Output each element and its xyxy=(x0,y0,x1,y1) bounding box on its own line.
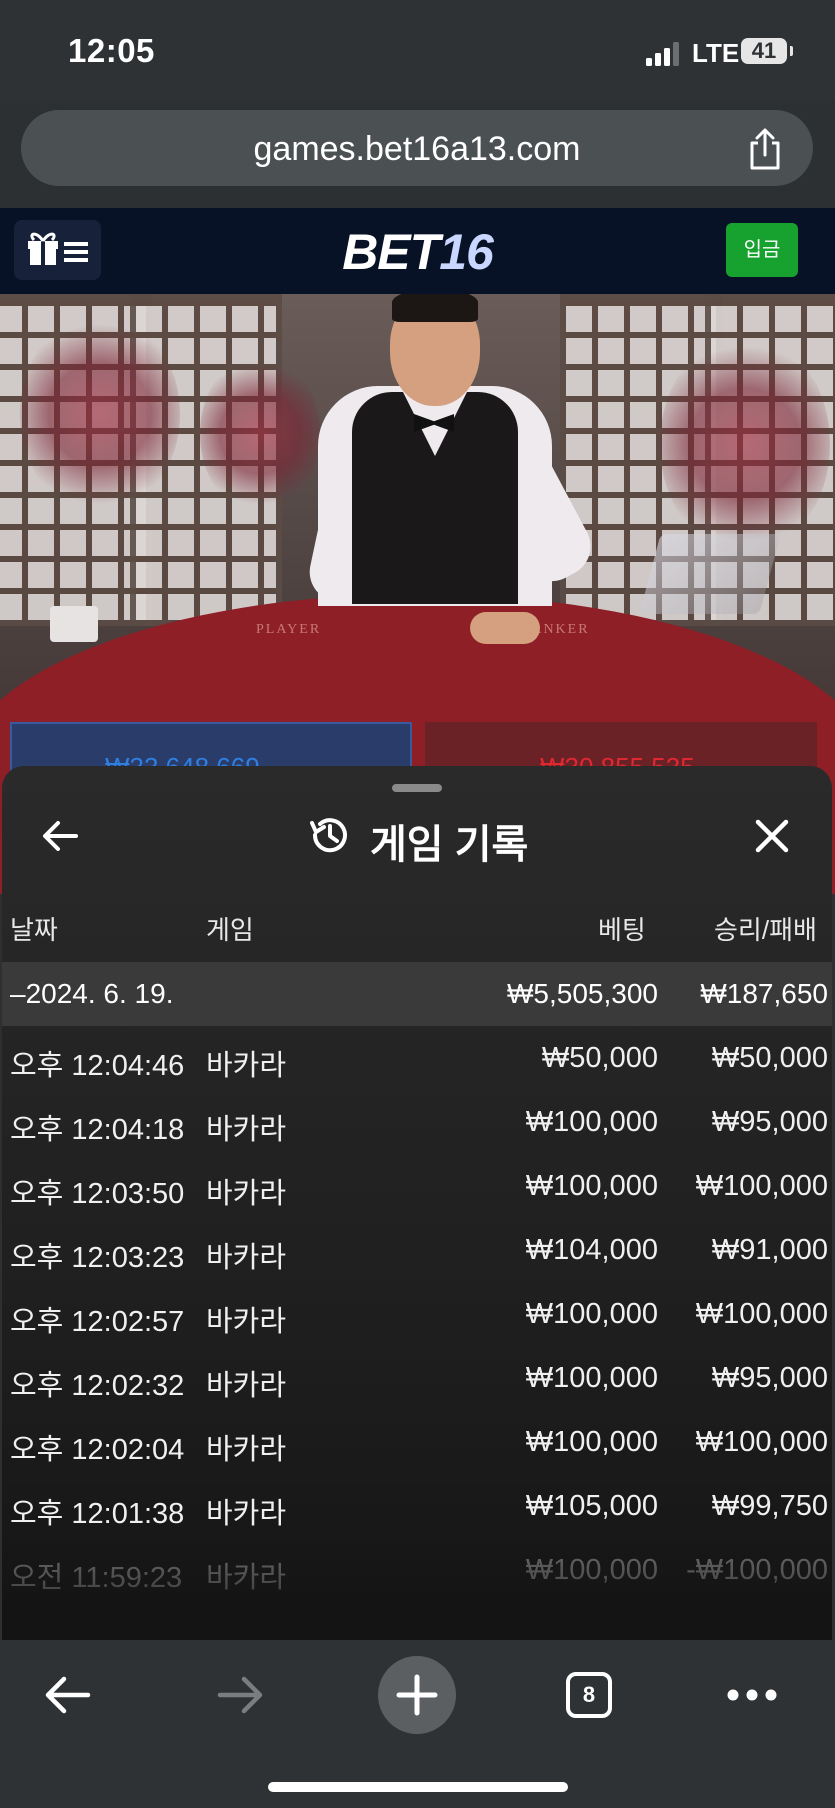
history-row-time: 오후 12:04:46 xyxy=(10,1050,185,1082)
history-row-game: 바카라 xyxy=(206,1306,287,1338)
history-row-winloss: ₩100,000 xyxy=(695,1170,828,1202)
history-row-bet: ₩50,000 xyxy=(541,1042,658,1074)
site-logo[interactable]: BET16 xyxy=(0,223,835,281)
column-header-date: 날짜 xyxy=(10,915,58,945)
column-header-bet: 베팅 xyxy=(598,915,646,945)
date-group-winloss-total: ₩187,650 xyxy=(700,978,828,1009)
tabs-button[interactable]: 8 xyxy=(566,1672,612,1718)
history-row-bet: ₩100,000 xyxy=(525,1426,658,1458)
status-bar: 12:05 LTE 41 xyxy=(0,0,835,100)
history-row-time: 오후 12:04:18 xyxy=(10,1114,185,1146)
history-row-time: 오후 12:03:23 xyxy=(10,1242,185,1274)
history-row-winloss: ₩100,000 xyxy=(695,1298,828,1330)
arrow-right-icon[interactable] xyxy=(216,1670,266,1720)
address-bar[interactable]: games.bet16a13.com xyxy=(21,110,813,186)
scroll-fade xyxy=(2,1550,832,1640)
clock: 12:05 xyxy=(68,32,155,69)
history-row-bet: ₩100,000 xyxy=(525,1362,658,1394)
more-icon[interactable] xyxy=(726,1688,778,1702)
plus-icon xyxy=(396,1674,438,1716)
history-row-bet: ₩104,000 xyxy=(525,1234,658,1266)
history-row-winloss: ₩99,750 xyxy=(711,1490,828,1522)
network-type: LTE xyxy=(692,38,740,68)
decor-blossom xyxy=(200,354,320,514)
history-row-bet: ₩100,000 xyxy=(525,1170,658,1202)
history-row[interactable]: 오후 12:04:46 바카라 ₩50,000 ₩50,000 xyxy=(2,1026,832,1090)
history-row-winloss: ₩95,000 xyxy=(711,1362,828,1394)
history-row[interactable]: 오후 12:03:23 바카라 ₩104,000 ₩91,000 xyxy=(2,1218,832,1282)
new-tab-button[interactable] xyxy=(378,1656,456,1734)
history-row-game: 바카라 xyxy=(206,1242,287,1274)
history-row-winloss: ₩50,000 xyxy=(711,1042,828,1074)
history-row-time: 오후 12:01:38 xyxy=(10,1498,185,1530)
card-box xyxy=(50,606,98,642)
history-row-time: 오후 12:03:50 xyxy=(10,1178,185,1210)
history-row[interactable]: 오후 12:02:32 바카라 ₩100,000 ₩95,000 xyxy=(2,1346,832,1410)
url-text[interactable]: games.bet16a13.com xyxy=(21,130,813,169)
history-row-bet: ₩100,000 xyxy=(525,1298,658,1330)
player-zone-label: PLAYER xyxy=(256,622,322,637)
site-header: BET16 입금 xyxy=(0,208,835,294)
history-row-game: 바카라 xyxy=(206,1434,287,1466)
card-shoe xyxy=(639,534,781,614)
drag-handle[interactable] xyxy=(392,784,442,792)
arrow-left-icon[interactable] xyxy=(40,816,80,856)
arrow-left-icon[interactable] xyxy=(42,1670,92,1720)
history-row-game: 바카라 xyxy=(206,1050,287,1082)
history-icon xyxy=(310,818,347,853)
browser-toolbar: 8 xyxy=(0,1640,835,1808)
history-row-winloss: ₩100,000 xyxy=(695,1426,828,1458)
column-header-winloss: 승리/패배 xyxy=(714,915,817,945)
history-row[interactable]: 오후 12:01:38 바카라 ₩105,000 ₩99,750 xyxy=(2,1474,832,1538)
date-group-row[interactable]: –2024. 6. 19. ₩5,505,300 ₩187,650 xyxy=(2,962,832,1026)
history-row-bet: ₩100,000 xyxy=(525,1106,658,1138)
decor-blossom xyxy=(20,314,180,514)
decor-blossom xyxy=(660,334,830,554)
history-row-time: 오후 12:02:57 xyxy=(10,1306,185,1338)
history-row-game: 바카라 xyxy=(206,1370,287,1402)
history-row-winloss: ₩91,000 xyxy=(711,1234,828,1266)
home-indicator xyxy=(268,1782,568,1792)
sheet-title: 게임 기록 xyxy=(370,823,529,867)
date-group-bet-total: ₩5,505,300 xyxy=(507,978,658,1009)
signal-icon xyxy=(646,42,679,66)
close-icon[interactable] xyxy=(752,816,792,856)
deposit-button[interactable]: 입금 xyxy=(726,223,798,277)
column-header-game: 게임 xyxy=(206,915,254,945)
date-group-date: –2024. 6. 19. xyxy=(10,978,174,1009)
history-row-winloss: ₩95,000 xyxy=(711,1106,828,1138)
history-row-bet: ₩105,000 xyxy=(525,1490,658,1522)
history-row-time: 오후 12:02:32 xyxy=(10,1370,185,1402)
history-row-game: 바카라 xyxy=(206,1178,287,1210)
game-history-sheet: 게임 기록 날짜 게임 베팅 승리/패배 –2024. 6. 19. ₩5,50… xyxy=(2,766,832,1640)
share-icon[interactable] xyxy=(745,128,785,170)
history-row-time: 오후 12:02:04 xyxy=(10,1434,185,1466)
history-row[interactable]: 오후 12:02:04 바카라 ₩100,000 ₩100,000 xyxy=(2,1410,832,1474)
history-row[interactable]: 오후 12:02:57 바카라 ₩100,000 ₩100,000 xyxy=(2,1282,832,1346)
history-row[interactable]: 오후 12:03:50 바카라 ₩100,000 ₩100,000 xyxy=(2,1154,832,1218)
history-row[interactable]: 오후 12:04:18 바카라 ₩100,000 ₩95,000 xyxy=(2,1090,832,1154)
history-row-game: 바카라 xyxy=(206,1498,287,1530)
dealer-hand xyxy=(470,612,540,644)
history-row-game: 바카라 xyxy=(206,1114,287,1146)
dealer-hair xyxy=(392,294,478,322)
battery-icon: 41 xyxy=(741,38,793,64)
